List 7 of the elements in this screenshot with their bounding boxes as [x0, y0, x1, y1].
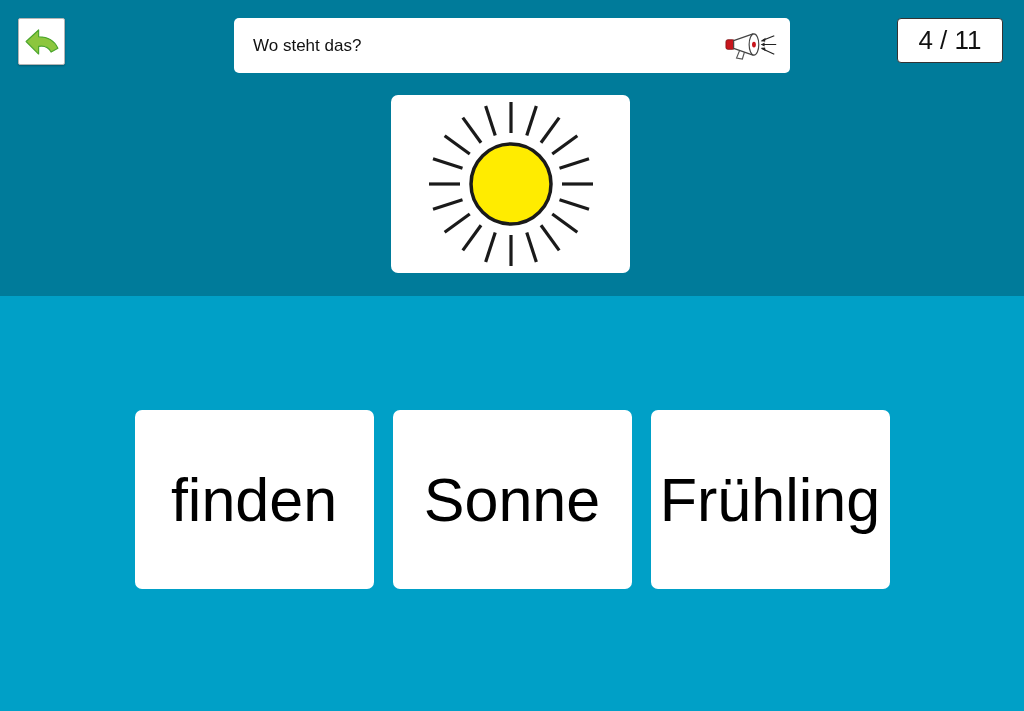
word-card[interactable]: Sonne — [392, 410, 632, 589]
progress-counter: 4 / 11 — [897, 18, 1003, 63]
curved-arrow-icon — [24, 28, 59, 55]
word-card[interactable]: finden — [134, 410, 374, 589]
back-button[interactable] — [18, 18, 65, 65]
prompt-text: Wo steht das? — [253, 35, 362, 56]
word-card[interactable]: Frühling — [650, 410, 890, 589]
